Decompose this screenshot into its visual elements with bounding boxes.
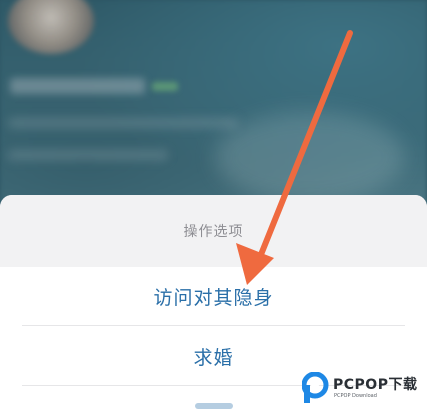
blurred-username — [10, 78, 145, 94]
watermark-subtitle: PCPOP Download — [334, 393, 377, 399]
option-partial — [195, 403, 233, 409]
option-visit-invisible[interactable]: 访问对其隐身 — [0, 283, 427, 310]
watermark: PCPOP下载 PCPOP Download — [300, 368, 427, 409]
blurred-info-line — [8, 118, 238, 128]
blurred-status-tag — [152, 82, 178, 91]
pcpop-logo-icon — [302, 372, 329, 403]
divider — [22, 325, 405, 326]
option-propose[interactable]: 求婚 — [0, 343, 427, 370]
action-sheet-title: 操作选项 — [183, 224, 244, 240]
watermark-brand: PCPOP下载 — [333, 377, 418, 393]
action-sheet-header: 操作选项 — [0, 195, 427, 267]
blurred-info-line — [8, 150, 168, 160]
blurred-graphic — [215, 112, 405, 202]
